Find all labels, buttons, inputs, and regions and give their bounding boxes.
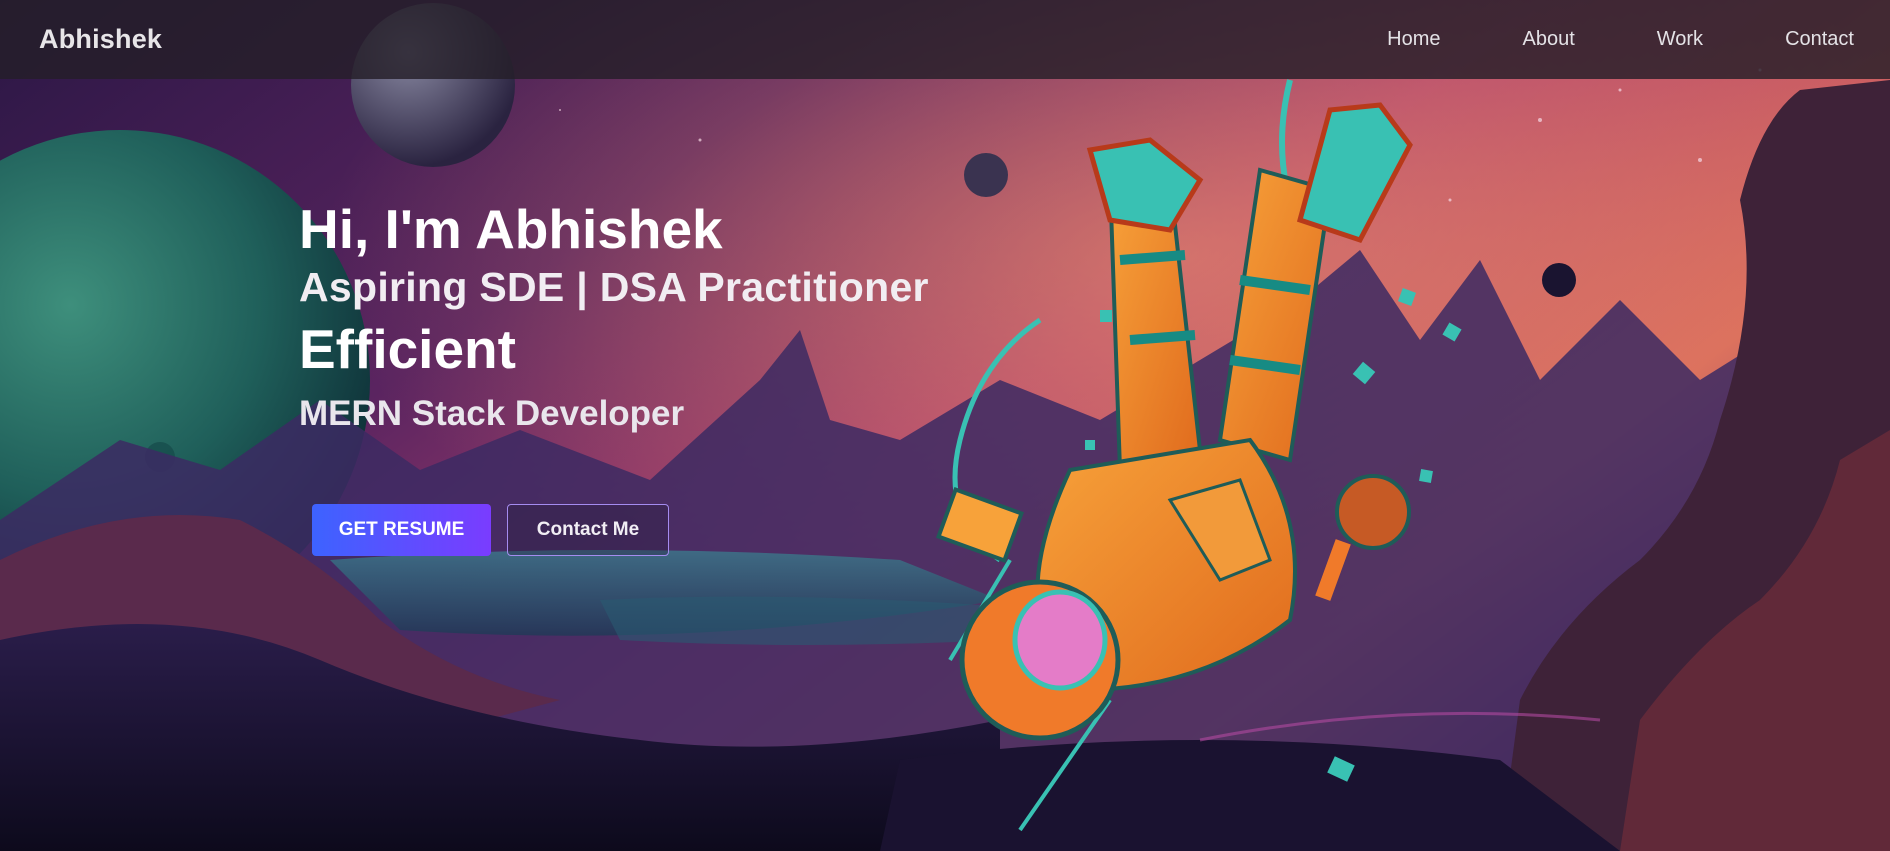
hero-greeting: Hi, I'm Abhishek [299,198,723,260]
hero-stack: MERN Stack Developer [299,394,685,433]
nav-link-about[interactable]: About [1522,28,1574,51]
nav-link-work[interactable]: Work [1657,28,1703,51]
page: Abhishek Home About Work Contact Hi, I'm… [0,0,1890,851]
nav-links: Home About Work Contact [1387,28,1854,51]
hero-section: Hi, I'm Abhishek Aspiring SDE | DSA Prac… [299,196,1059,442]
contact-me-button[interactable]: Contact Me [507,504,669,556]
navbar: Abhishek Home About Work Contact [0,0,1890,79]
get-resume-button[interactable]: GET RESUME [312,504,491,556]
hero-actions: GET RESUME Contact Me [312,504,669,556]
nav-link-contact[interactable]: Contact [1785,28,1854,51]
hero-role: Aspiring SDE | DSA Practitioner [299,264,929,310]
nav-link-home[interactable]: Home [1387,28,1440,51]
hero-typed-word: Efficient [299,318,516,380]
brand-logo[interactable]: Abhishek [39,24,162,55]
